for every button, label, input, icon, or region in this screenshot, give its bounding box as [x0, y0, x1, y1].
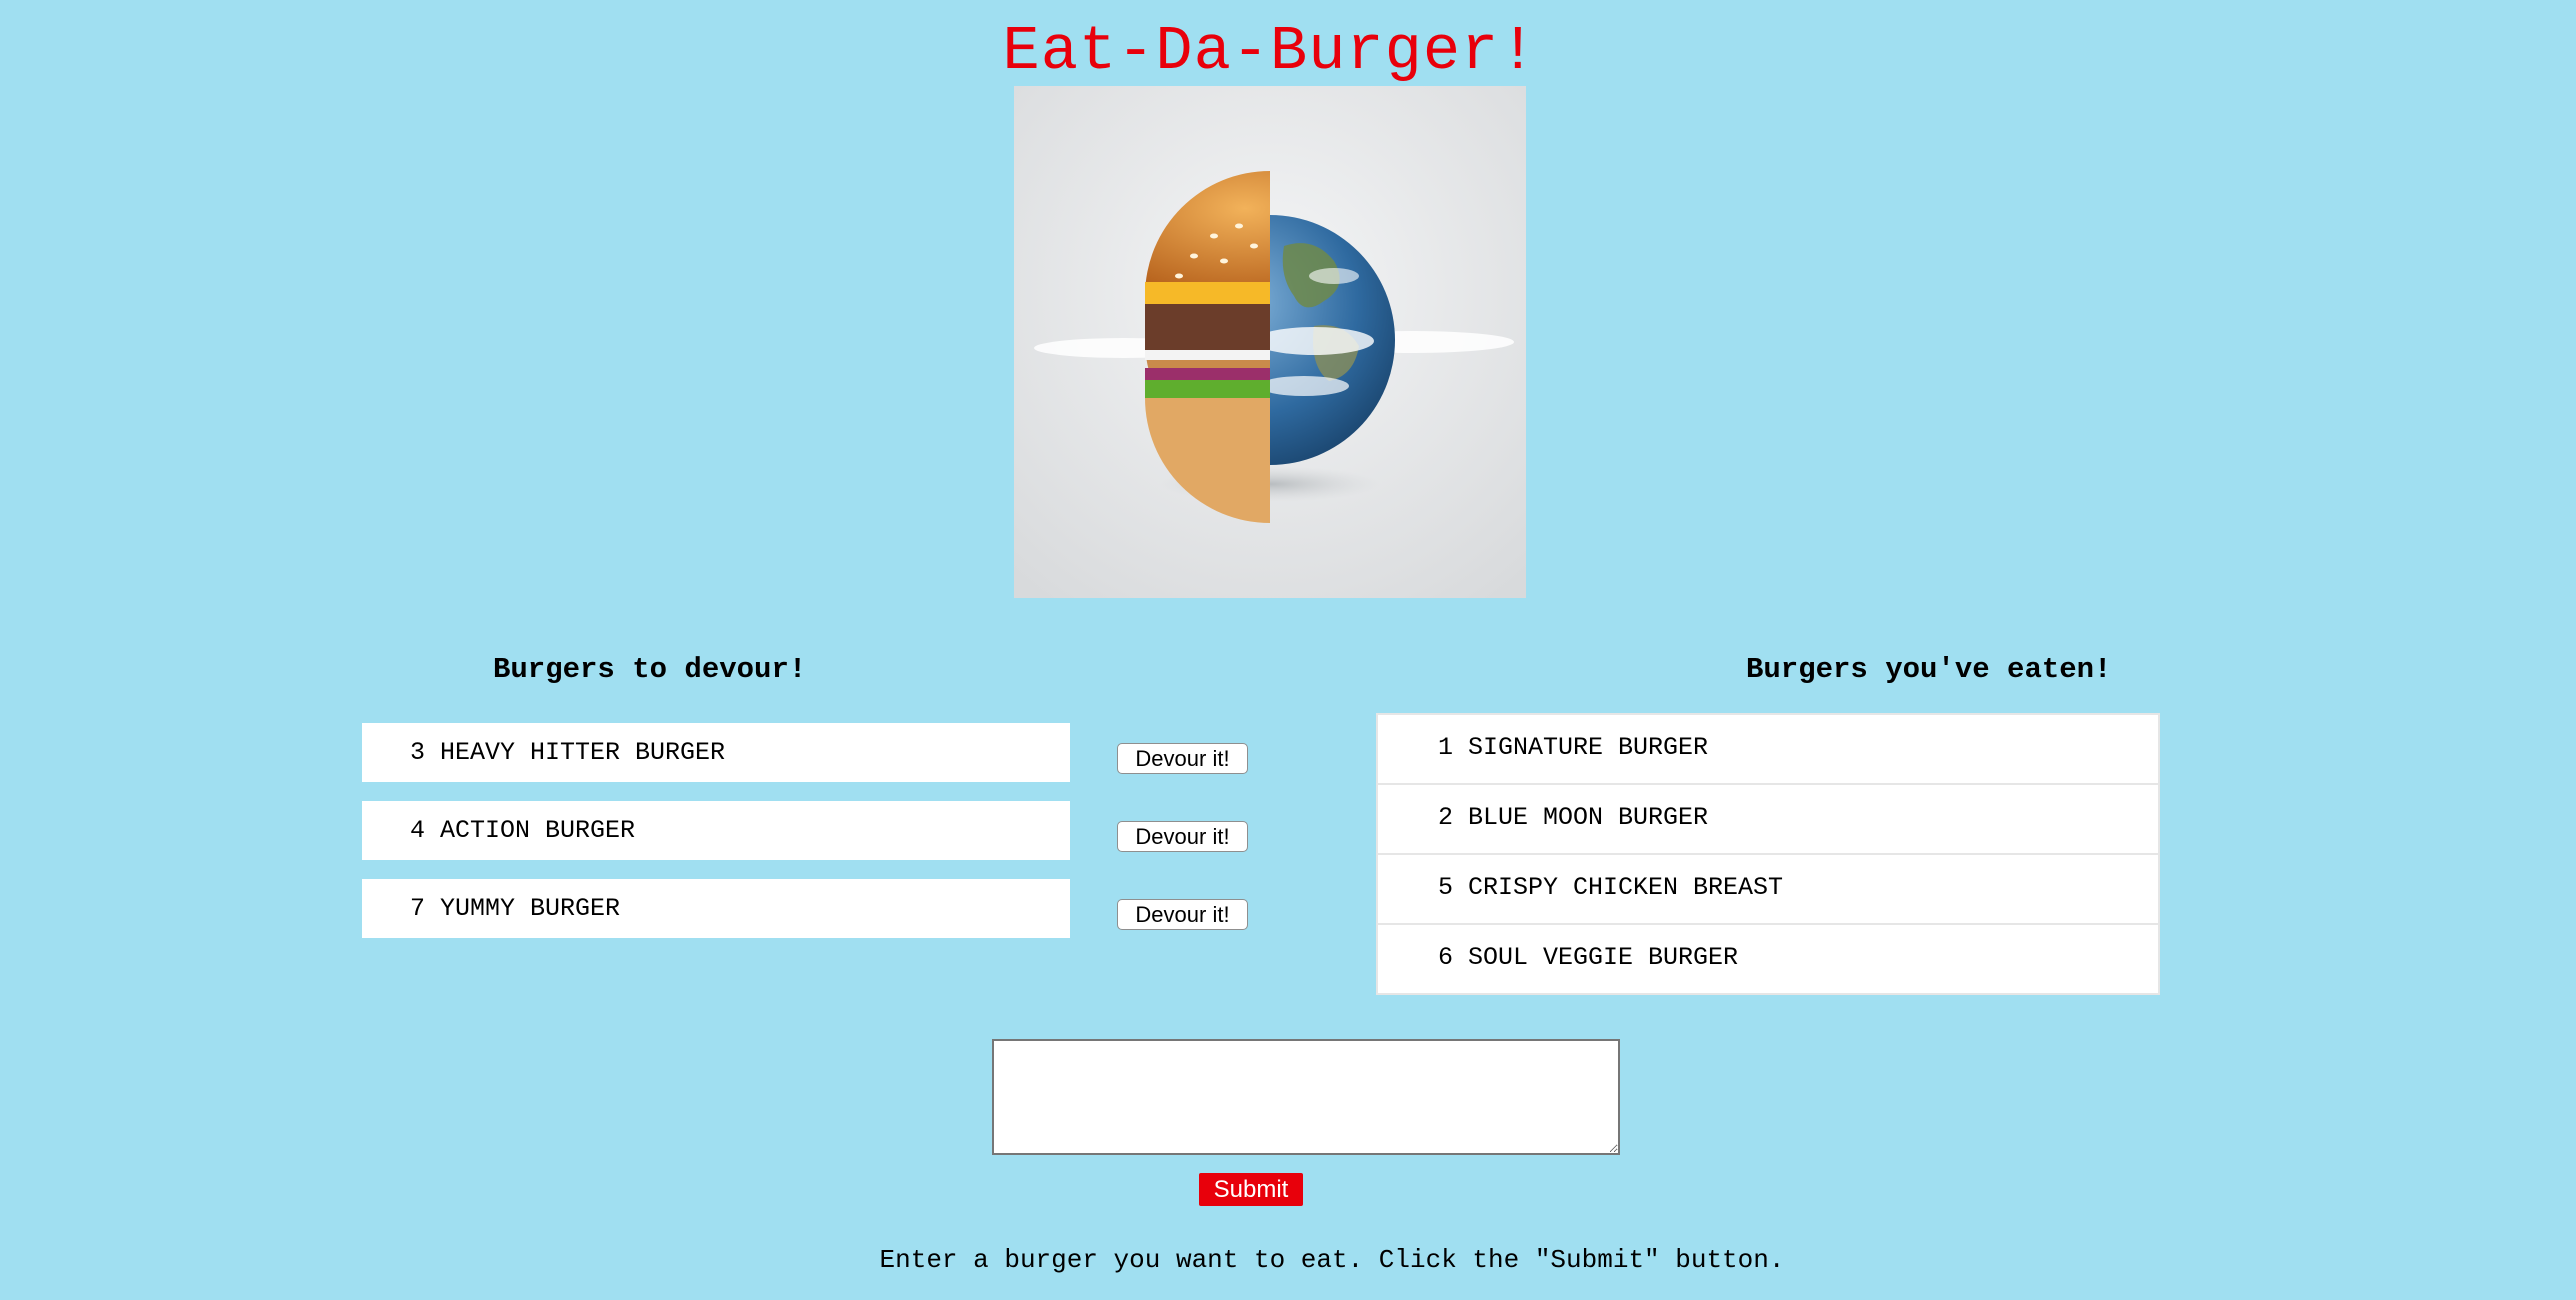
eaten-list-item: 5 CRISPY CHICKEN BREAST: [1378, 855, 2158, 925]
burger-id: 2: [1438, 803, 1454, 832]
burger-name: ACTION BURGER: [440, 816, 636, 845]
eaten-list-item: 2 BLUE MOON BURGER: [1378, 785, 2158, 855]
burger-name: YUMMY BURGER: [440, 894, 621, 923]
devour-list-item: 3 HEAVY HITTER BURGER: [362, 723, 1070, 782]
eaten-list: 1 SIGNATURE BURGER 2 BLUE MOON BURGER 5 CRI…: [1376, 713, 2160, 995]
eaten-list-item: 1 SIGNATURE BURGER: [1378, 715, 2158, 785]
devour-heading: Burgers to devour!: [493, 653, 807, 686]
page-title: Eat-Da-Burger!: [1002, 16, 1538, 87]
instructions-text: Enter a burger you want to eat. Click th…: [879, 1245, 1785, 1275]
burger-name: HEAVY HITTER BURGER: [440, 738, 726, 767]
devour-button[interactable]: Devour it!: [1117, 821, 1248, 852]
submit-button[interactable]: Submit: [1199, 1173, 1303, 1206]
burger-id: 6: [1438, 943, 1454, 972]
burger-name-input[interactable]: [992, 1039, 1620, 1155]
devour-list-item: 4 ACTION BURGER: [362, 801, 1070, 860]
burger-earth-image: [1014, 86, 1526, 598]
burger-name: BLUE MOON BURGER: [1468, 803, 1709, 832]
burger-id: 5: [1438, 873, 1454, 902]
devour-button[interactable]: Devour it!: [1117, 743, 1248, 774]
devour-list-item: 7 YUMMY BURGER: [362, 879, 1070, 938]
burger-name: CRISPY CHICKEN BREAST: [1468, 873, 1784, 902]
devour-button[interactable]: Devour it!: [1117, 899, 1248, 930]
burger-id: 1: [1438, 733, 1454, 762]
burger-id: 7: [410, 894, 426, 923]
eaten-list-item: 6 SOUL VEGGIE BURGER: [1378, 925, 2158, 995]
burger-id: 3: [410, 738, 426, 767]
burger-id: 4: [410, 816, 426, 845]
burger-name: SIGNATURE BURGER: [1468, 733, 1709, 762]
burger-name: SOUL VEGGIE BURGER: [1468, 943, 1739, 972]
eaten-heading: Burgers you've eaten!: [1746, 653, 2112, 686]
